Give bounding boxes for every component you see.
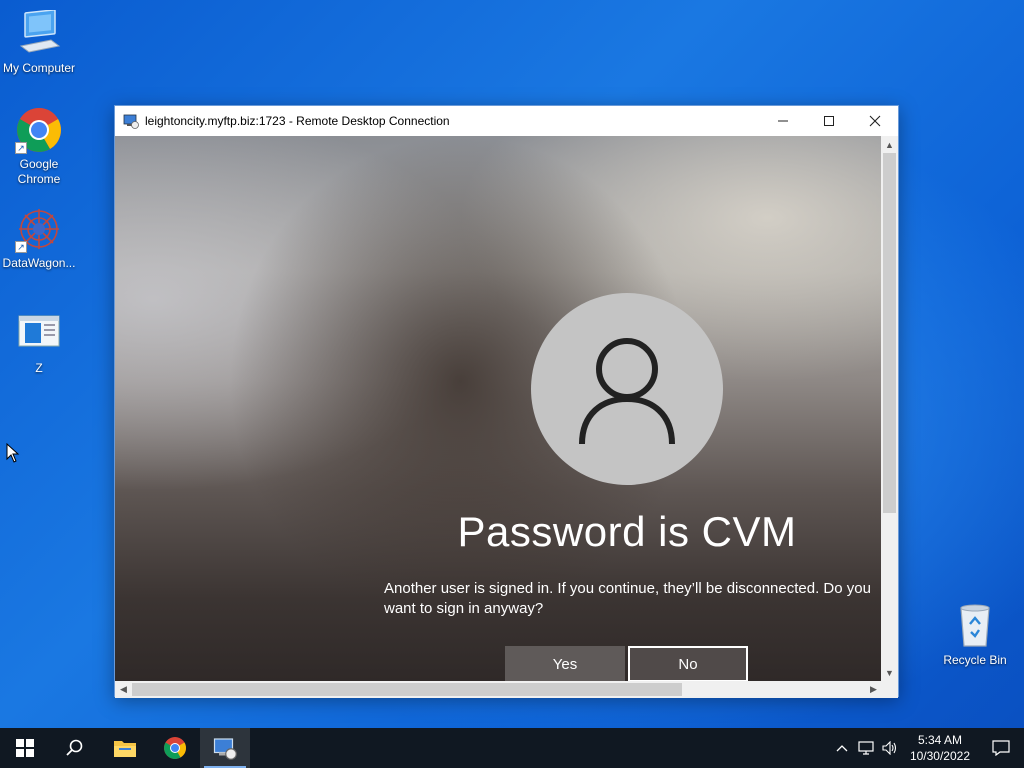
username-label: Password is CVM xyxy=(457,508,797,555)
datawagon-icon: ↗ xyxy=(15,205,63,253)
close-icon xyxy=(869,115,881,127)
desktop-icon-label: My Computer xyxy=(2,61,76,75)
taskbar-file-explorer[interactable] xyxy=(100,728,150,768)
minimize-button[interactable] xyxy=(760,106,806,136)
taskbar-remote-desktop[interactable] xyxy=(200,728,250,768)
user-avatar xyxy=(531,293,723,485)
scroll-left-icon[interactable]: ◀ xyxy=(115,681,132,698)
title-bar[interactable]: leightoncity.myftp.biz:1723 - Remote Des… xyxy=(115,106,898,136)
document-icon xyxy=(15,310,63,358)
desktop-icon-z[interactable]: Z xyxy=(0,310,78,376)
mouse-cursor-icon xyxy=(6,442,20,468)
scroll-right-icon[interactable]: ▶ xyxy=(865,681,882,698)
desktop-icon-my-computer[interactable]: My Computer xyxy=(0,9,78,76)
volume-icon[interactable] xyxy=(878,728,902,768)
remote-desktop-icon xyxy=(213,738,237,760)
remote-session-view[interactable]: Password is CVM Another user is signed i… xyxy=(115,136,882,681)
start-icon xyxy=(16,739,34,757)
recycle-bin-icon xyxy=(951,602,999,650)
desktop-icon-google-chrome[interactable]: ↗ Google Chrome xyxy=(0,106,78,187)
desktop-icon-label: Z xyxy=(35,361,43,375)
taskbar: 5:34 AM 10/30/2022 xyxy=(0,728,1024,768)
remote-desktop-window[interactable]: leightoncity.myftp.biz:1723 - Remote Des… xyxy=(114,105,899,698)
window-title: leightoncity.myftp.biz:1723 - Remote Des… xyxy=(145,114,450,128)
horizontal-scrollbar[interactable]: ◀ ▶ xyxy=(115,681,882,698)
shortcut-arrow-icon: ↗ xyxy=(15,142,27,154)
search-button[interactable] xyxy=(50,728,100,768)
vertical-scroll-thumb[interactable] xyxy=(883,153,896,513)
file-explorer-icon xyxy=(114,741,136,757)
network-icon[interactable] xyxy=(854,728,878,768)
clock[interactable]: 5:34 AM 10/30/2022 xyxy=(902,732,978,764)
scrollbar-corner xyxy=(881,681,898,698)
remote-desktop-icon xyxy=(123,113,139,129)
system-tray: 5:34 AM 10/30/2022 xyxy=(830,728,1024,768)
scroll-down-icon[interactable]: ▼ xyxy=(881,664,898,681)
vertical-scrollbar[interactable]: ▲ ▼ xyxy=(881,136,898,681)
search-icon xyxy=(66,739,83,756)
maximize-button[interactable] xyxy=(806,106,852,136)
maximize-icon xyxy=(824,116,834,126)
clock-date: 10/30/2022 xyxy=(909,749,970,763)
scroll-up-icon[interactable]: ▲ xyxy=(881,136,898,153)
action-center-button[interactable] xyxy=(978,728,1024,768)
chrome-icon: ↗ xyxy=(15,106,63,154)
clock-time: 5:34 AM xyxy=(917,733,962,747)
signed-in-warning: Another user is signed in. If you contin… xyxy=(384,580,871,617)
show-hidden-icons-chevron-up-icon[interactable] xyxy=(830,728,854,768)
user-icon xyxy=(579,338,675,444)
taskbar-chrome[interactable] xyxy=(150,728,200,768)
desktop-icon-label: DataWagon... xyxy=(2,256,76,270)
shortcut-arrow-icon: ↗ xyxy=(15,241,27,253)
desktop-icon-label: Google Chrome xyxy=(17,157,61,186)
desktop-icon-label: Recycle Bin xyxy=(943,653,1007,667)
minimize-icon xyxy=(778,120,788,122)
desktop-icon-datawagon[interactable]: ↗ DataWagon... xyxy=(0,205,78,271)
notification-icon xyxy=(992,740,1010,756)
no-button[interactable]: No xyxy=(628,646,748,681)
start-button[interactable] xyxy=(0,728,50,768)
close-button[interactable] xyxy=(852,106,898,136)
desktop-icon-recycle-bin[interactable]: Recycle Bin xyxy=(936,602,1014,668)
horizontal-scroll-thumb[interactable] xyxy=(132,683,682,696)
yes-button[interactable]: Yes xyxy=(505,646,625,681)
computer-icon xyxy=(15,9,63,58)
chrome-icon xyxy=(164,737,186,759)
